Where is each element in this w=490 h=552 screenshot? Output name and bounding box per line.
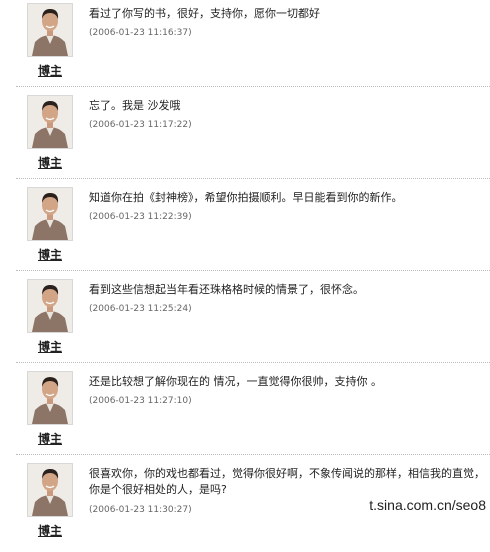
- comment-timestamp: (2006-01-23 11:30:27): [89, 505, 192, 515]
- divider: [16, 270, 490, 271]
- avatar[interactable]: [27, 279, 73, 333]
- author-link[interactable]: 博主: [27, 522, 73, 539]
- comment-item: 博主 看到这些信想起当年看还珠格格时候的情景了，很怀念。 (2006-01-23…: [0, 276, 490, 368]
- comment-text: 忘了。我是 沙发哦: [89, 99, 181, 112]
- comment-timestamp: (2006-01-23 11:16:37): [89, 28, 192, 38]
- comment-text: 看到这些信想起当年看还珠格格时候的情景了，很怀念。: [89, 283, 364, 296]
- user-photo-icon: [28, 188, 72, 240]
- avatar[interactable]: [27, 95, 73, 149]
- avatar[interactable]: [27, 187, 73, 241]
- author-link[interactable]: 博主: [27, 154, 73, 171]
- comment-timestamp: (2006-01-23 11:25:24): [89, 304, 192, 314]
- avatar[interactable]: [27, 3, 73, 57]
- author-link[interactable]: 博主: [27, 62, 73, 79]
- comment-timestamp: (2006-01-23 11:27:10): [89, 396, 192, 406]
- avatar[interactable]: [27, 371, 73, 425]
- comment-item: 博主 知道你在拍《封神榜》，希望你拍摄顺利。早日能看到你的新作。 (2006-0…: [0, 184, 490, 276]
- comment-item: 博主 还是比较想了解你现在的 情况，一直觉得你很帅，支持你 。 (2006-01…: [0, 368, 490, 460]
- user-photo-icon: [28, 280, 72, 332]
- user-photo-icon: [28, 372, 72, 424]
- comment-timestamp: (2006-01-23 11:17:22): [89, 120, 192, 130]
- user-photo-icon: [28, 96, 72, 148]
- user-photo-icon: [28, 464, 72, 516]
- divider: [16, 86, 490, 87]
- author-link[interactable]: 博主: [27, 246, 73, 263]
- divider: [16, 454, 490, 455]
- divider: [16, 362, 490, 363]
- comment-text: 还是比较想了解你现在的 情况，一直觉得你很帅，支持你 。: [89, 375, 382, 388]
- comment-item: 博主 忘了。我是 沙发哦 (2006-01-23 11:17:22): [0, 92, 490, 184]
- comment-text: 知道你在拍《封神榜》，希望你拍摄顺利。早日能看到你的新作。: [89, 191, 403, 204]
- comment-text: 看过了你写的书，很好，支持你，愿你一切都好: [89, 7, 320, 20]
- user-photo-icon: [28, 4, 72, 56]
- author-link[interactable]: 博主: [27, 430, 73, 447]
- comment-item: 博主 看过了你写的书，很好，支持你，愿你一切都好 (2006-01-23 11:…: [0, 0, 490, 92]
- author-link[interactable]: 博主: [27, 338, 73, 355]
- avatar[interactable]: [27, 463, 73, 517]
- divider: [16, 178, 490, 179]
- comment-text: 很喜欢你，你的戏也都看过，觉得你很好啊，不象传闻说的那样，相信我的直觉，你是个很…: [89, 467, 485, 496]
- watermark: t.sina.com.cn/seo8: [367, 497, 488, 513]
- comment-timestamp: (2006-01-23 11:22:39): [89, 212, 192, 222]
